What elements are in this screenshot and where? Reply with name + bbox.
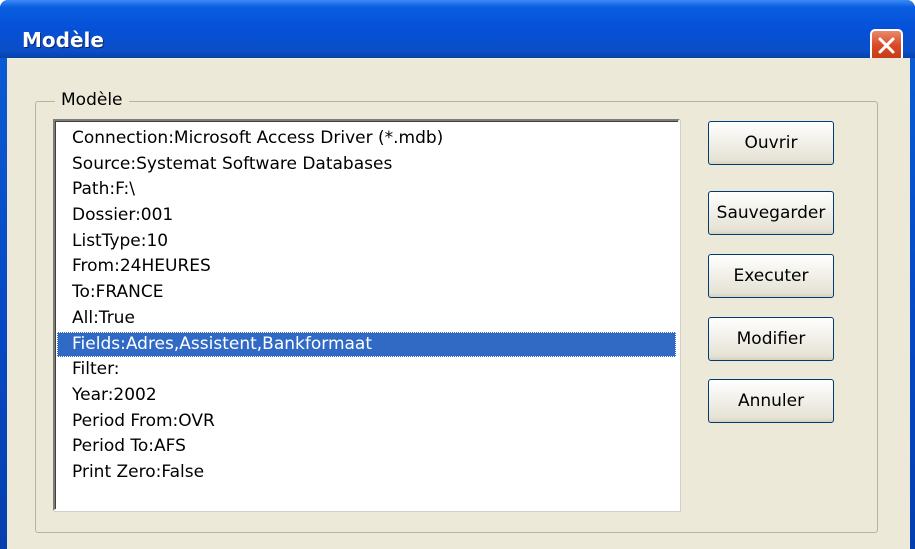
window-title: Modèle (22, 28, 104, 52)
list-item[interactable]: Dossier:001 (55, 203, 678, 229)
list-item[interactable]: Print Zero:False (55, 460, 678, 486)
cancel-button[interactable]: Annuler (708, 379, 834, 423)
list-item[interactable]: Filter: (55, 357, 678, 383)
list-item[interactable]: All:True (55, 306, 678, 332)
modify-button[interactable]: Modifier (708, 317, 834, 361)
save-button[interactable]: Sauvegarder (708, 191, 834, 235)
list-item[interactable]: ListType:10 (55, 229, 678, 255)
list-item[interactable]: Path:F:\ (55, 177, 678, 203)
list-item[interactable]: Period From:OVR (55, 409, 678, 435)
open-button[interactable]: Ouvrir (708, 121, 834, 165)
list-item[interactable]: From:24HEURES (55, 254, 678, 280)
list-items: Connection:Microsoft Access Driver (*.md… (55, 126, 678, 486)
execute-button[interactable]: Executer (708, 254, 834, 298)
list-item[interactable]: Connection:Microsoft Access Driver (*.md… (55, 126, 678, 152)
model-listbox[interactable]: Connection:Microsoft Access Driver (*.md… (53, 119, 680, 511)
close-icon (878, 37, 895, 54)
dialog-body: Modèle Connection:Microsoft Access Drive… (7, 58, 910, 549)
dialog-window: Modèle Modèle Connection:Microsoft Acces… (0, 0, 915, 549)
title-bar[interactable]: Modèle (0, 0, 915, 62)
list-item[interactable]: Source:Systemat Software Databases (55, 152, 678, 178)
list-item[interactable]: Period To:AFS (55, 434, 678, 460)
list-item[interactable]: To:FRANCE (55, 280, 678, 306)
groupbox-label: Modèle (55, 90, 129, 110)
list-item[interactable]: Fields:Adres,Assistent,Bankformaat (57, 331, 676, 358)
list-item[interactable]: Year:2002 (55, 383, 678, 409)
